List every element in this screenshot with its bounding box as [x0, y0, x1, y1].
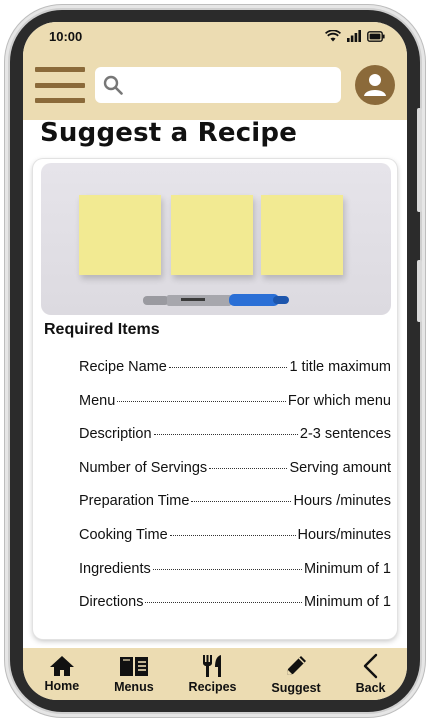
dot-leader — [145, 602, 302, 604]
recipe-requirements-card: Required Items Recipe Name 1 title maxim… — [33, 159, 397, 639]
required-items-heading: Required Items — [44, 321, 160, 338]
nav-label: Back — [355, 681, 386, 695]
item-value: 1 title maximum — [289, 359, 391, 375]
battery-icon — [367, 30, 385, 42]
nav-label: Home — [44, 679, 80, 693]
item-value: Minimum of 1 — [303, 560, 391, 577]
chevron-left-icon — [363, 653, 377, 679]
item-label: Cooking Time — [79, 526, 168, 543]
item-value: Hours/minutes — [297, 526, 391, 543]
item-label: Menu — [79, 392, 116, 409]
nav-home[interactable]: Home — [44, 655, 79, 693]
search-icon — [103, 75, 123, 95]
sticky-note — [171, 195, 253, 275]
nav-suggest[interactable]: Suggest — [271, 653, 321, 695]
item-value: Minimum of 1 — [303, 594, 391, 611]
required-item-row: Menu For which menu — [79, 393, 391, 427]
dot-leader — [117, 400, 286, 402]
status-time: 10:00 — [49, 28, 83, 44]
menu-book-icon — [119, 657, 148, 676]
dot-leader — [153, 434, 298, 436]
item-value: Hours /minutes — [293, 493, 391, 510]
item-label: Number of Servings — [79, 459, 208, 476]
item-label: Ingredients — [79, 560, 151, 577]
nav-menus[interactable]: Menus — [114, 654, 154, 694]
required-item-row: Recipe Name 1 title maximum — [79, 359, 391, 393]
nav-recipes[interactable]: Recipes — [189, 654, 237, 694]
item-value: For which menu — [287, 392, 391, 409]
bottom-navigation: Home Menus Recipes Suggest Back — [23, 648, 407, 700]
app-bar — [23, 50, 407, 120]
home-icon — [49, 656, 74, 676]
item-label: Recipe Name — [79, 359, 167, 375]
item-value: 2-3 sentences — [299, 426, 391, 443]
fork-knife-icon — [202, 655, 221, 677]
sticky-notes-image — [41, 163, 391, 315]
hamburger-menu-icon[interactable] — [35, 65, 85, 105]
required-items-list: Recipe Name 1 title maximum Menu For whi… — [79, 359, 391, 628]
dot-leader — [168, 367, 288, 368]
dot-leader — [152, 568, 302, 570]
page-title: Suggest a Recipe — [40, 118, 298, 148]
cellular-icon — [347, 30, 361, 42]
required-item-row: Directions Minimum of 1 — [79, 594, 391, 628]
item-label: Preparation Time — [79, 493, 190, 510]
sticky-note — [261, 195, 343, 275]
required-item-row: Cooking Time Hours/minutes — [79, 527, 391, 561]
required-item-row: Ingredients Minimum of 1 — [79, 561, 391, 595]
power-button — [417, 260, 422, 322]
marker-pen — [143, 294, 289, 306]
status-bar: 10:00 — [23, 22, 407, 50]
search-bar[interactable] — [95, 67, 341, 103]
item-value: Serving amount — [289, 459, 391, 476]
required-item-row: Number of Servings Serving amount — [79, 460, 391, 494]
phone-screen: 10:00 Suggest a Recipe Required Items Re… — [23, 22, 407, 700]
dot-leader — [191, 501, 292, 503]
volume-button — [417, 108, 422, 212]
sticky-note — [79, 195, 161, 275]
item-label: Description — [79, 426, 152, 443]
nav-back[interactable]: Back — [355, 653, 386, 695]
nav-label: Menus — [114, 680, 154, 694]
pencil-icon — [287, 656, 307, 675]
required-item-row: Description 2-3 sentences — [79, 426, 391, 460]
nav-label: Recipes — [188, 680, 237, 694]
profile-avatar[interactable] — [355, 65, 395, 105]
dot-leader — [209, 467, 288, 469]
dot-leader — [169, 534, 296, 536]
search-input[interactable] — [129, 70, 333, 100]
wifi-icon — [325, 30, 341, 42]
status-icons — [325, 30, 385, 42]
user-icon — [364, 74, 386, 96]
item-label: Directions — [79, 594, 144, 611]
required-item-row: Preparation Time Hours /minutes — [79, 493, 391, 527]
nav-label: Suggest — [271, 681, 321, 695]
